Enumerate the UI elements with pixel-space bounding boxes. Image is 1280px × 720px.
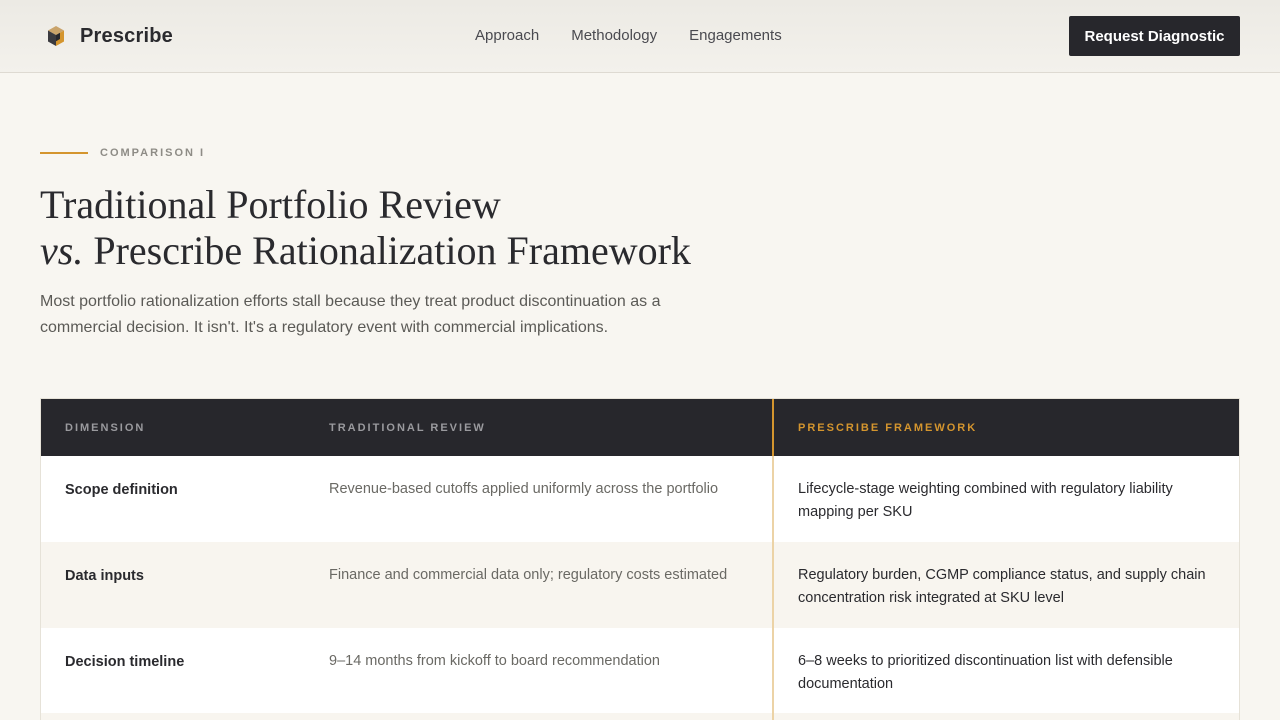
row-prescribe: Regulatory burden, CGMP compliance statu… [772,542,1239,628]
section-eyebrow: COMPARISON I [40,146,205,160]
row-dimension: Scope definition [41,456,305,542]
row-traditional: Finance and commercial data only; regula… [305,542,773,628]
row-prescribe: 6–8 weeks to prioritized discontinuation… [772,628,1239,713]
table-header-row: DIMENSION TRADITIONAL REVIEW PRESCRIBE F… [41,399,1239,456]
row-traditional: Revenue-based cutoffs applied uniformly … [305,456,773,542]
row-traditional-empty [305,713,773,720]
table-row: Decision timeline 9–14 months from kicko… [41,628,1239,713]
title-vs: vs. [40,228,84,273]
nav-link-approach[interactable]: Approach [475,27,539,45]
request-diagnostic-button[interactable]: Request Diagnostic [1069,16,1240,56]
row-traditional: 9–14 months from kickoff to board recomm… [305,628,773,713]
header-traditional-review: TRADITIONAL REVIEW [305,399,773,456]
eyebrow-label: COMPARISON I [100,147,206,159]
top-navbar: Prescribe Approach Methodology Engagemen… [0,0,1280,73]
primary-nav: Approach Methodology Engagements [475,27,814,45]
eyebrow-rule [40,152,88,154]
brand[interactable]: Prescribe [46,23,173,49]
header-prescribe-framework: PRESCRIBE FRAMEWORK [772,399,1239,456]
row-dimension: Decision timeline [41,628,305,713]
header-dimension: DIMENSION [41,399,305,456]
table-row: Data inputs Finance and commercial data … [41,542,1239,628]
comparison-table: DIMENSION TRADITIONAL REVIEW PRESCRIBE F… [40,398,1240,720]
title-line-1: Traditional Portfolio Review [40,182,501,227]
title-line-2: Prescribe Rationalization Framework [83,228,691,273]
hexagon-cube-logo-icon [48,26,64,46]
table-row-partial [41,713,1239,720]
nav-link-methodology[interactable]: Methodology [571,27,657,45]
row-prescribe-empty [772,713,1239,720]
page-title: Traditional Portfolio Review vs. Prescri… [40,182,691,274]
row-prescribe: Lifecycle-stage weighting combined with … [772,456,1239,542]
table-row: Scope definition Revenue-based cutoffs a… [41,456,1239,542]
brand-name: Prescribe [80,24,173,47]
intro-paragraph: Most portfolio rationalization efforts s… [40,293,661,336]
row-dimension-empty [41,713,305,720]
nav-link-engagements[interactable]: Engagements [689,27,782,45]
row-dimension: Data inputs [41,542,305,628]
